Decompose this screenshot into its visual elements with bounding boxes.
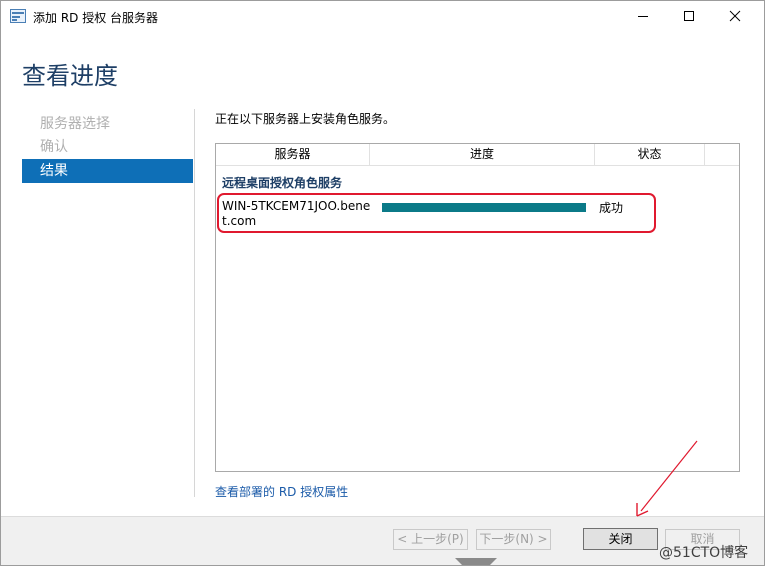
background-shape-icon <box>455 558 497 565</box>
window-title: 添加 RD 授权 台服务器 <box>33 11 159 25</box>
progress-bar <box>382 203 586 212</box>
nav-item-server-selection[interactable]: 服务器选择 <box>22 112 193 136</box>
maximize-button[interactable] <box>666 1 712 31</box>
nav-item-confirmation[interactable]: 确认 <box>22 135 193 159</box>
close-button[interactable]: 关闭 <box>583 528 658 550</box>
previous-button[interactable]: < 上一步(P) <box>393 529 468 550</box>
page-title: 查看进度 <box>22 62 118 90</box>
title-bar[interactable]: 添加 RD 授权 台服务器 <box>1 1 764 31</box>
group-title: 远程桌面授权角色服务 <box>222 176 343 190</box>
nav-item-results[interactable]: 结果 <box>22 159 193 183</box>
info-text: 正在以下服务器上安装角色服务。 <box>215 112 396 126</box>
close-window-button[interactable] <box>712 1 758 31</box>
column-header-server[interactable]: 服务器 <box>216 144 370 165</box>
column-header-status[interactable]: 状态 <box>595 144 705 165</box>
watermark: @51CTO博客 <box>659 545 749 561</box>
nav-divider <box>194 109 195 497</box>
next-button[interactable]: 下一步(N) > <box>476 529 551 550</box>
minimize-icon <box>638 16 648 17</box>
table-header: 服务器 进度 状态 <box>216 144 739 166</box>
progress-fill <box>382 203 586 212</box>
server-name: WIN-5TKCEM71JOO.benet.com <box>222 199 371 228</box>
dialog-window: 添加 RD 授权 台服务器 查看进度 服务器选择 确认 结果 正在以下服务器上安… <box>0 0 765 566</box>
status-text: 成功 <box>599 201 624 215</box>
close-icon <box>729 10 741 22</box>
column-header-progress[interactable]: 进度 <box>370 144 595 165</box>
server-manager-icon <box>10 9 26 23</box>
minimize-button[interactable] <box>620 1 666 31</box>
maximize-icon <box>684 11 694 21</box>
progress-table: 服务器 进度 状态 远程桌面授权角色服务 WIN-5TKCEM71JOO.ben… <box>215 143 740 472</box>
footer-bar: < 上一步(P) 下一步(N) > 关闭 取消 <box>1 516 764 565</box>
view-properties-link[interactable]: 查看部署的 RD 授权属性 <box>215 483 348 500</box>
